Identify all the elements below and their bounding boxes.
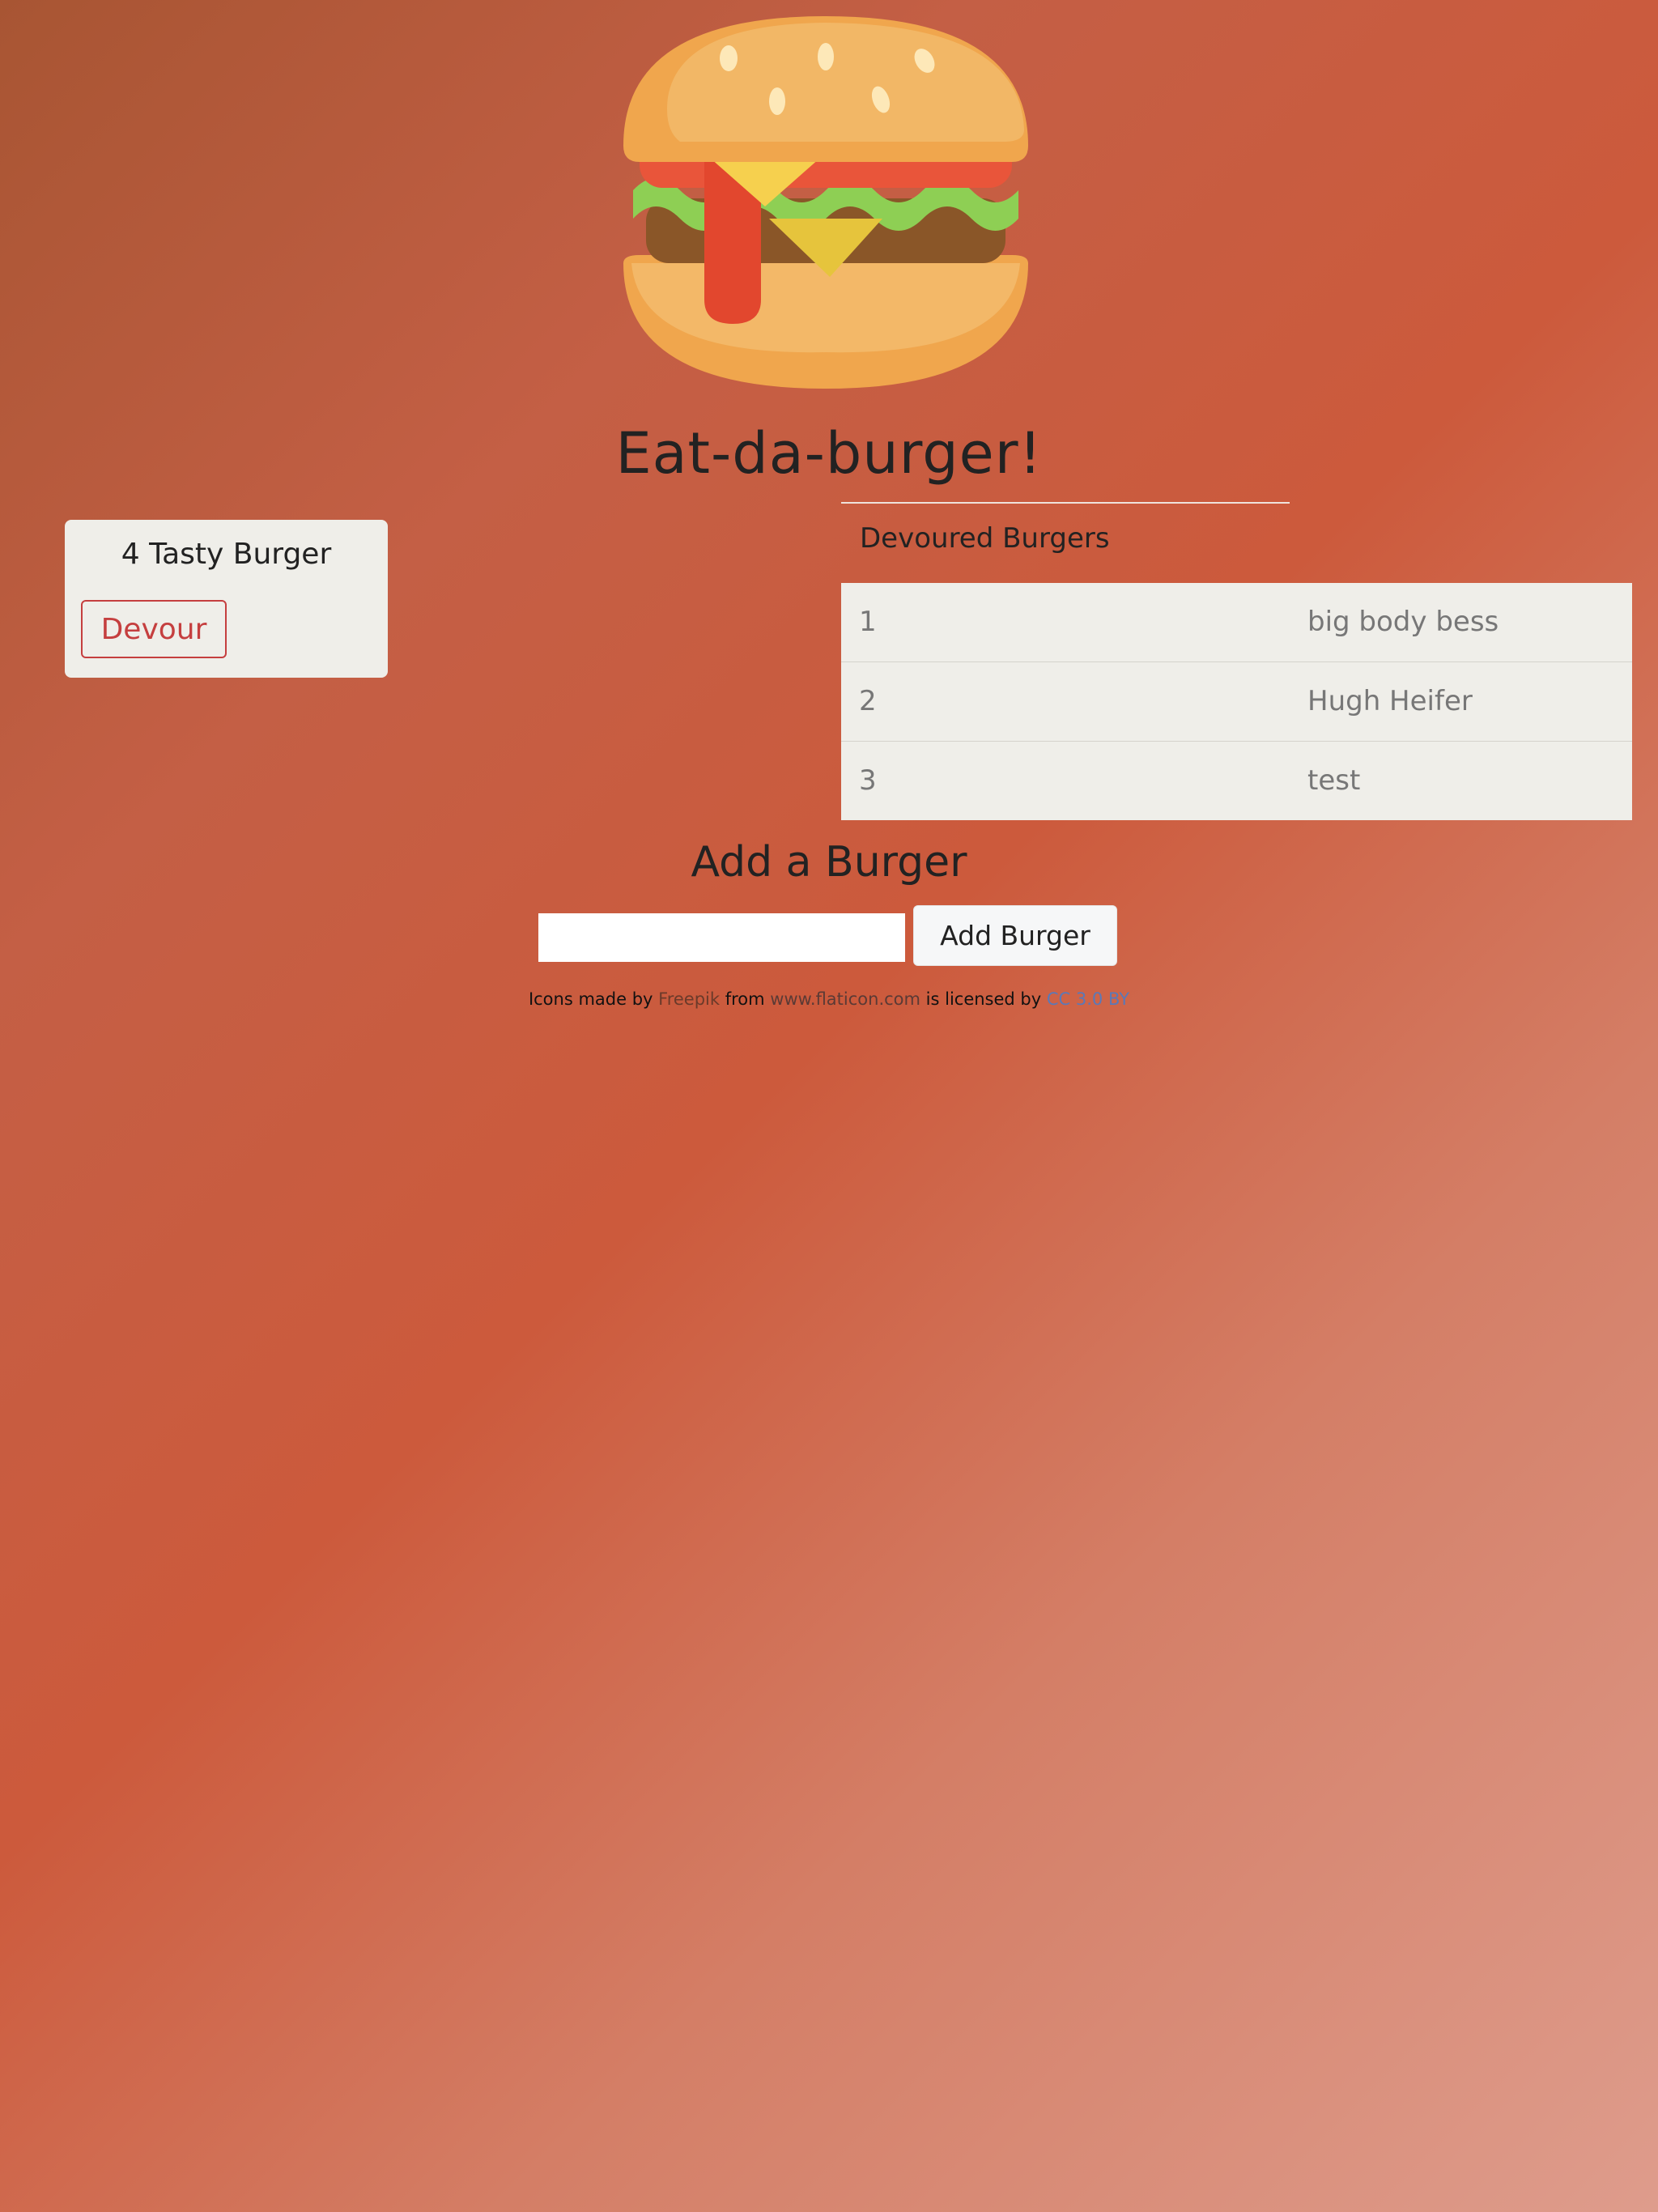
table-row: 2 Hugh Heifer <box>841 662 1632 742</box>
burger-name: 4 Tasty Burger <box>121 538 332 571</box>
credit-licensed: is licensed by <box>925 989 1042 1009</box>
burger-icon <box>623 16 1028 389</box>
burger-name-input[interactable] <box>538 913 905 962</box>
burger-id-cell: 2 <box>859 685 877 717</box>
burger-id-cell: 1 <box>859 606 877 638</box>
devoured-divider <box>841 502 1290 504</box>
burger-card: 4 Tasty Burger Devour <box>65 520 388 678</box>
credit-prefix: Icons made by <box>528 989 653 1009</box>
burger-name-cell: Hugh Heifer <box>1307 685 1473 717</box>
devoured-heading: Devoured Burgers <box>860 522 1110 555</box>
freepik-link[interactable]: Freepik <box>658 989 720 1009</box>
table-row: 3 test <box>841 742 1632 820</box>
license-link[interactable]: CC 3.0 BY <box>1047 989 1129 1009</box>
burger-id-cell: 3 <box>859 764 877 797</box>
table-row: 1 big body bess <box>841 583 1632 662</box>
add-burger-heading: Add a Burger <box>691 838 967 887</box>
icon-credit: Icons made by Freepik from www.flaticon.… <box>0 989 1658 1009</box>
add-burger-button[interactable]: Add Burger <box>913 905 1117 966</box>
page-title: Eat-da-burger! <box>615 420 1043 487</box>
burger-name-cell: big body bess <box>1307 606 1499 638</box>
devour-button[interactable]: Devour <box>81 600 227 658</box>
credit-from: from <box>725 989 765 1009</box>
flaticon-link[interactable]: www.flaticon.com <box>770 989 920 1009</box>
devoured-table: 1 big body bess 2 Hugh Heifer 3 test <box>841 583 1632 820</box>
burger-name-cell: test <box>1307 764 1361 797</box>
